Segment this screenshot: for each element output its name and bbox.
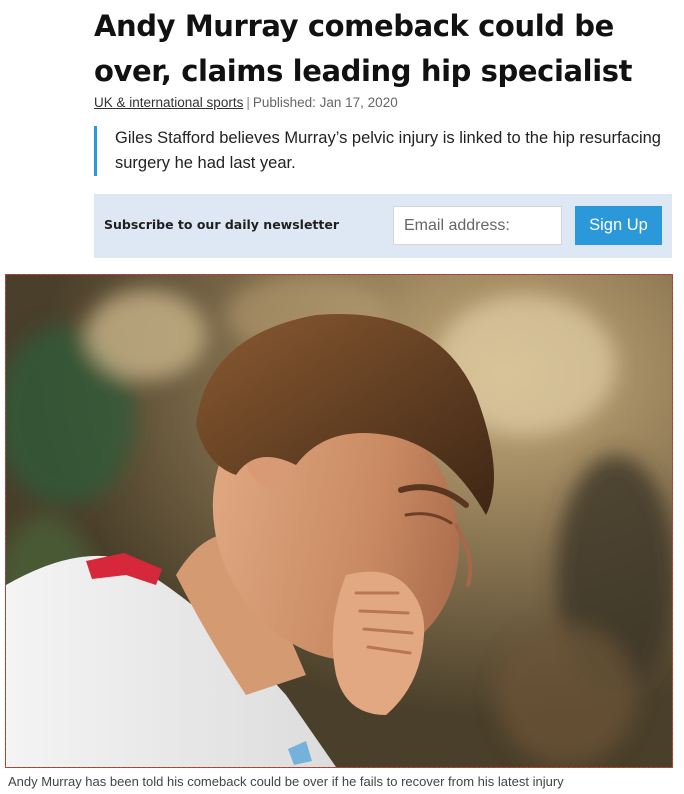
article-headline: Andy Murray comeback could be over, clai…: [94, 9, 633, 88]
article-page: Andy Murray comeback could be over, clai…: [0, 0, 684, 794]
article-standfirst: Giles Stafford believes Murray’s pelvic …: [94, 126, 675, 176]
category-link[interactable]: UK & international sports: [94, 95, 243, 110]
photo-caption: Andy Murray has been told his comeback c…: [8, 774, 564, 789]
published-date: Published: Jan 17, 2020: [252, 95, 398, 110]
meta-separator: |: [246, 95, 250, 110]
sign-up-button[interactable]: Sign Up: [575, 206, 662, 245]
newsletter-label: Subscribe to our daily newsletter: [104, 217, 340, 232]
article-meta: UK & international sports | Published: Jan…: [94, 94, 398, 112]
email-input[interactable]: [393, 206, 562, 245]
tennis-player-photo: [6, 275, 672, 767]
article-photo: [5, 274, 673, 768]
newsletter-box: Subscribe to our daily newsletter Sign U…: [94, 194, 672, 258]
